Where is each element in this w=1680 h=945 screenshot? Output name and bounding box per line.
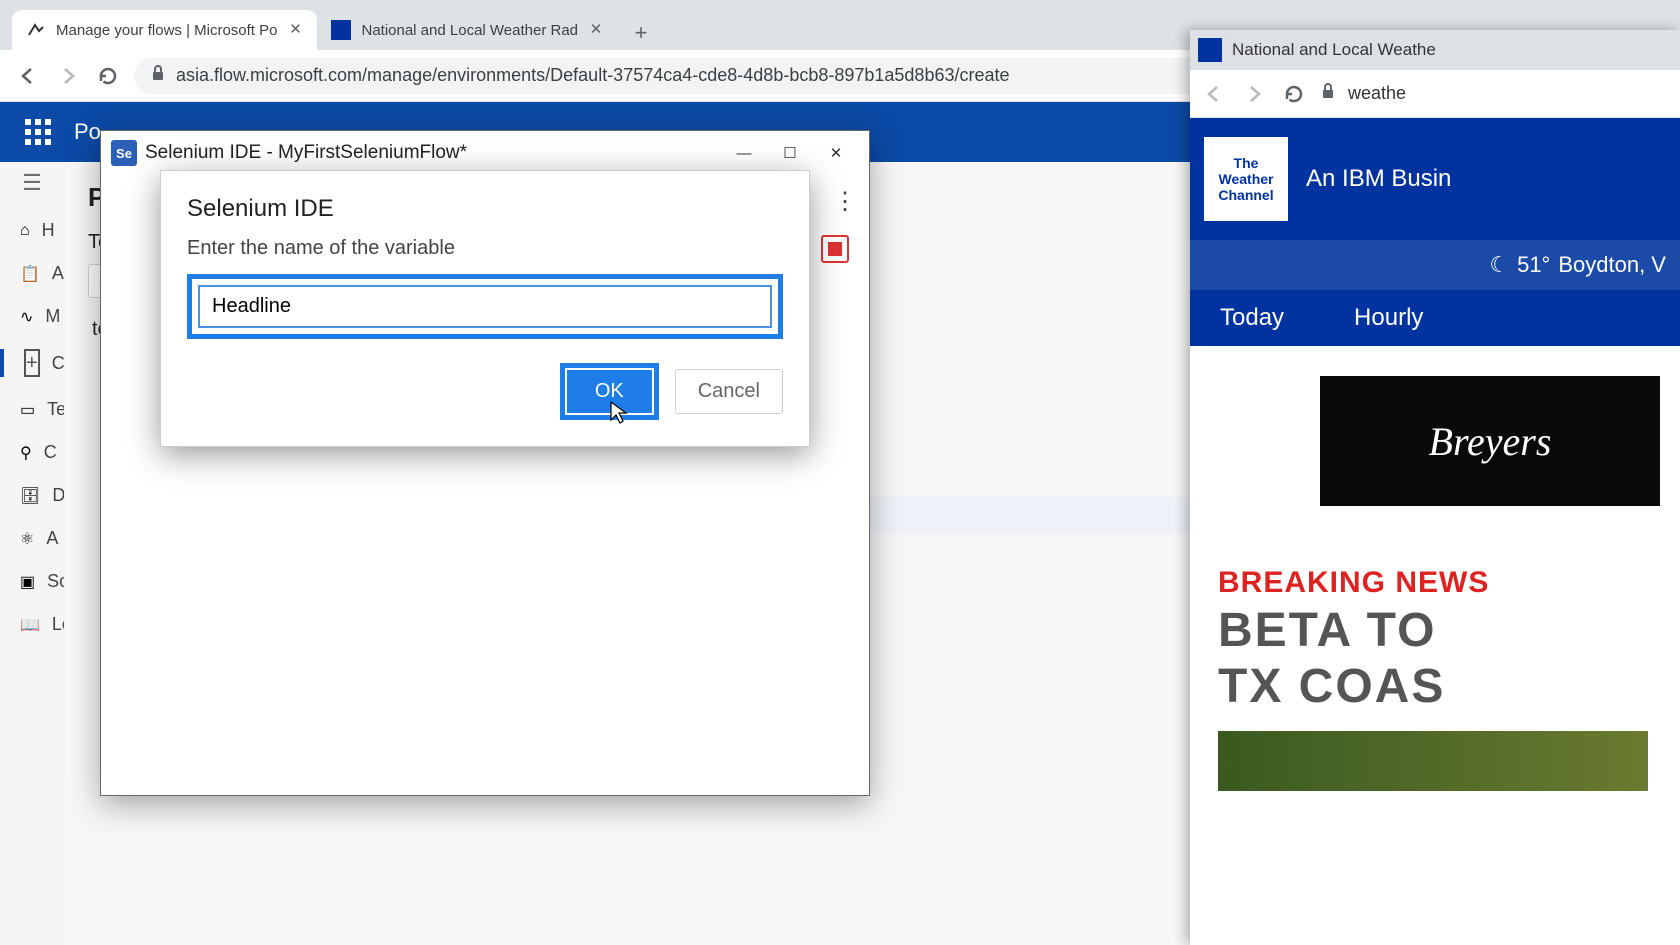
clipboard-icon: 📋 bbox=[20, 264, 40, 284]
app-launcher-icon[interactable] bbox=[20, 114, 56, 150]
app-name: Po bbox=[74, 119, 101, 145]
temperature: 51° bbox=[1517, 252, 1550, 278]
learn-icon: 📖 bbox=[20, 615, 40, 635]
record-button[interactable] bbox=[821, 235, 849, 263]
ok-highlight: OK bbox=[560, 363, 659, 420]
favicon-weather-icon bbox=[331, 20, 351, 40]
headline-line1[interactable]: BETA TO bbox=[1218, 606, 1680, 656]
weather-header: The Weather Channel An IBM Busin bbox=[1190, 118, 1680, 240]
ad-banner[interactable]: Breyers bbox=[1320, 376, 1660, 506]
data-icon: 🗄 bbox=[20, 486, 40, 506]
moon-icon: ☾ bbox=[1489, 252, 1509, 278]
forward-button[interactable] bbox=[54, 62, 82, 90]
back-button[interactable] bbox=[14, 62, 42, 90]
reload-button[interactable] bbox=[94, 62, 122, 90]
forward-button[interactable] bbox=[1240, 80, 1268, 108]
home-icon: ⌂ bbox=[20, 222, 30, 240]
favicon-flow-icon bbox=[26, 20, 46, 40]
tab-weather[interactable]: National and Local Weather Rad ✕ bbox=[317, 10, 618, 50]
news-thumbnail[interactable] bbox=[1218, 731, 1648, 791]
minimize-button[interactable]: — bbox=[721, 137, 767, 169]
window-titlebar[interactable]: Se Selenium IDE - MyFirstSeleniumFlow* —… bbox=[101, 131, 869, 175]
url-text[interactable]: weathe bbox=[1348, 83, 1406, 104]
tabstrip: National and Local Weathe bbox=[1190, 30, 1680, 70]
new-tab-button[interactable]: + bbox=[624, 16, 658, 50]
connector-icon: ⚲ bbox=[20, 443, 32, 463]
lock-icon bbox=[1320, 82, 1336, 105]
tab-title: Manage your flows | Microsoft Po bbox=[56, 22, 277, 39]
template-icon: ▭ bbox=[20, 400, 35, 420]
weather-nav: Today Hourly bbox=[1190, 290, 1680, 346]
url-text: asia.flow.microsoft.com/manage/environme… bbox=[176, 65, 1010, 86]
close-icon[interactable]: ✕ bbox=[287, 22, 303, 38]
solutions-icon: ▣ bbox=[20, 572, 35, 592]
cursor-icon bbox=[609, 400, 629, 426]
lock-icon bbox=[150, 64, 166, 87]
ibm-tagline: An IBM Busin bbox=[1306, 165, 1451, 193]
nav-data[interactable]: 🗄D bbox=[0, 485, 64, 506]
nav-today[interactable]: Today bbox=[1220, 304, 1284, 332]
nav-myflows[interactable]: ∿M bbox=[0, 306, 64, 327]
close-icon[interactable]: ✕ bbox=[588, 22, 604, 38]
hamburger-icon[interactable]: ☰ bbox=[17, 168, 47, 198]
nav-bar: weathe bbox=[1190, 70, 1680, 118]
close-button[interactable]: ✕ bbox=[813, 137, 859, 169]
back-button[interactable] bbox=[1200, 80, 1228, 108]
nav-solutions[interactable]: ▣So bbox=[0, 571, 64, 592]
news-box: BREAKING NEWS BETA TO TX COAS bbox=[1218, 566, 1680, 713]
nav-hourly[interactable]: Hourly bbox=[1354, 304, 1423, 332]
secondary-browser-window: National and Local Weathe weathe The Wea… bbox=[1190, 30, 1680, 945]
input-highlight bbox=[187, 274, 783, 339]
tab-powerautomate[interactable]: Manage your flows | Microsoft Po ✕ bbox=[12, 10, 317, 50]
nav-approvals[interactable]: 📋A bbox=[0, 263, 64, 284]
breaking-news-label: BREAKING NEWS bbox=[1218, 566, 1680, 600]
more-menu-icon[interactable]: ⋮ bbox=[833, 187, 857, 216]
flow-icon: ∿ bbox=[20, 307, 33, 327]
nav-connectors[interactable]: ⚲C bbox=[0, 442, 64, 463]
tab-title: National and Local Weather Rad bbox=[361, 22, 578, 39]
dialog-label: Enter the name of the variable bbox=[187, 237, 783, 260]
location-name: Boydton, V bbox=[1558, 252, 1666, 278]
nav-ai[interactable]: ⚛A bbox=[0, 528, 64, 549]
favicon-weather-icon bbox=[1198, 38, 1222, 62]
window-title: Selenium IDE - MyFirstSeleniumFlow* bbox=[145, 142, 721, 164]
plus-icon: + bbox=[24, 349, 40, 377]
maximize-button[interactable]: ☐ bbox=[767, 137, 813, 169]
dialog-heading: Selenium IDE bbox=[187, 195, 783, 223]
nav-templates[interactable]: ▭Te bbox=[0, 399, 64, 420]
cancel-button[interactable]: Cancel bbox=[675, 369, 783, 414]
headline-line2[interactable]: TX COAS bbox=[1218, 662, 1680, 712]
location-strip[interactable]: ☾ 51° Boydton, V bbox=[1190, 240, 1680, 290]
nav-create[interactable]: +C bbox=[0, 349, 64, 377]
weather-channel-logo[interactable]: The Weather Channel bbox=[1204, 137, 1288, 221]
left-rail: ☰ ⌂H 📋A ∿M +C ▭Te ⚲C 🗄D ⚛A ▣So 📖Le bbox=[0, 162, 64, 945]
nav-learn[interactable]: 📖Le bbox=[0, 614, 64, 635]
tab-title[interactable]: National and Local Weathe bbox=[1232, 40, 1436, 60]
variable-name-dialog: Selenium IDE Enter the name of the varia… bbox=[160, 170, 810, 447]
selenium-icon: Se bbox=[111, 140, 137, 166]
nav-home[interactable]: ⌂H bbox=[0, 220, 64, 241]
ai-icon: ⚛ bbox=[20, 529, 34, 549]
reload-button[interactable] bbox=[1280, 80, 1308, 108]
variable-name-input[interactable] bbox=[198, 285, 772, 328]
